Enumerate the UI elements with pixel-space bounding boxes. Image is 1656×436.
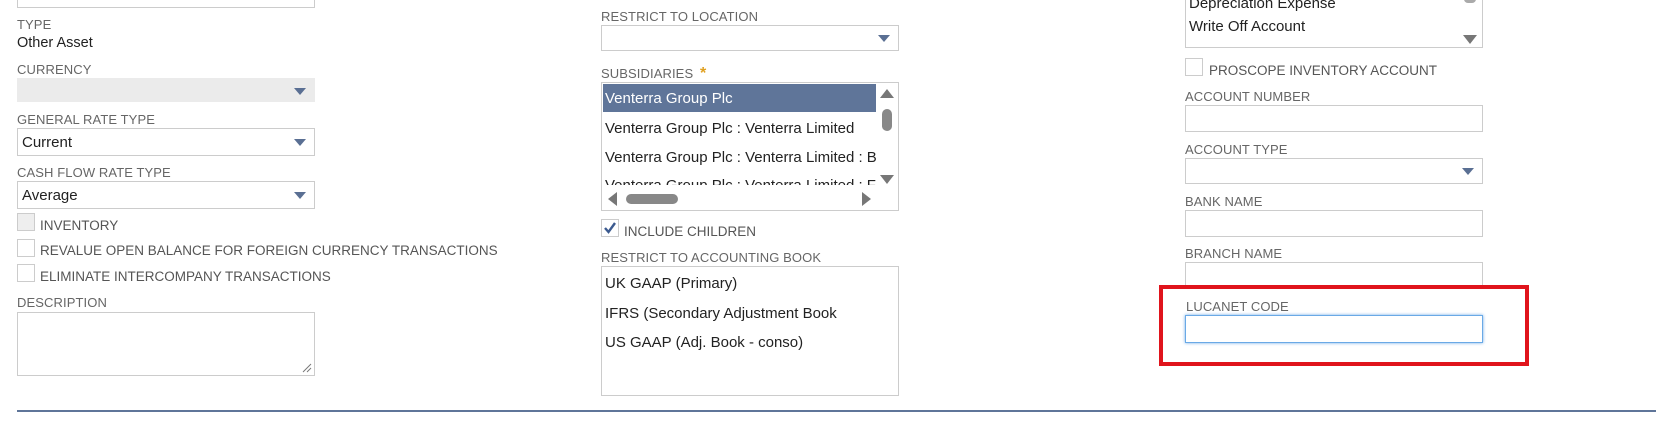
scroll-right-icon[interactable] (862, 192, 871, 206)
restrict-location-label: RESTRICT TO LOCATION (601, 9, 759, 24)
type-value: Other Asset (17, 35, 93, 51)
scrollbar-thumb[interactable] (1464, 0, 1476, 3)
account-listbox[interactable]: Depreciation Expense Write Off Account (1185, 0, 1483, 48)
general-rate-type-select[interactable]: Current (17, 128, 315, 156)
accounting-book-listbox[interactable]: UK GAAP (Primary) IFRS (Secondary Adjust… (601, 266, 899, 396)
restrict-location-select[interactable] (601, 25, 899, 51)
cash-flow-rate-type-value: Average (22, 187, 78, 204)
bank-name-label: BANK NAME (1185, 194, 1263, 209)
accounting-book-option[interactable]: IFRS (Secondary Adjustment Book (605, 305, 837, 322)
subsidiary-option-clip: Venterra Group Plc : Venterra Limited : … (602, 175, 878, 185)
account-number-input[interactable] (1185, 105, 1483, 132)
resize-handle-icon[interactable] (302, 363, 312, 373)
subsidiary-option[interactable]: Venterra Group Plc (605, 90, 733, 107)
subsidiary-option[interactable]: Venterra Group Plc : Venterra Limited : … (605, 149, 877, 166)
subsidiary-option[interactable]: Venterra Group Plc : Venterra Limited (605, 120, 854, 137)
required-marker: * (699, 65, 707, 82)
cash-flow-rate-type-label: CASH FLOW RATE TYPE (17, 165, 171, 180)
description-label: DESCRIPTION (17, 295, 107, 310)
highlight-annotation-box (1159, 285, 1529, 366)
description-textarea[interactable] (17, 312, 315, 376)
currency-label: CURRENCY (17, 62, 92, 77)
account-option[interactable]: Write Off Account (1189, 18, 1305, 35)
include-children-checkbox[interactable] (601, 219, 619, 237)
eliminate-intercompany-checkbox[interactable] (17, 264, 35, 282)
inventory-checkbox[interactable] (17, 213, 35, 231)
hscrollbar-thumb[interactable] (626, 194, 678, 204)
checkmark-icon (604, 222, 616, 234)
proscope-inventory-label: PROSCOPE INVENTORY ACCOUNT (1209, 63, 1438, 78)
scroll-down-icon[interactable] (880, 175, 894, 184)
accounting-book-option[interactable]: US GAAP (Adj. Book - conso) (605, 334, 803, 351)
general-rate-type-label: GENERAL RATE TYPE (17, 112, 155, 127)
currency-select[interactable] (17, 78, 315, 102)
accounting-book-label: RESTRICT TO ACCOUNTING BOOK (601, 250, 822, 265)
account-type-label: ACCOUNT TYPE (1185, 142, 1288, 157)
subsidiaries-listbox[interactable]: Venterra Group Plc Venterra Group Plc : … (601, 82, 899, 211)
bottom-divider (17, 410, 1656, 412)
chevron-down-icon (294, 88, 306, 95)
subsidiary-option[interactable]: Venterra Group Plc : Venterra Limited : … (605, 177, 877, 185)
revalue-open-balance-label: REVALUE OPEN BALANCE FOR FOREIGN CURRENC… (40, 243, 498, 258)
scroll-up-icon[interactable] (880, 89, 894, 98)
general-rate-type-value: Current (22, 134, 73, 151)
bank-name-input[interactable] (1185, 210, 1483, 237)
eliminate-intercompany-label: ELIMINATE INTERCOMPANY TRANSACTIONS (40, 269, 331, 284)
accounting-book-option[interactable]: UK GAAP (Primary) (605, 275, 737, 292)
chevron-down-icon (294, 192, 306, 199)
account-type-select[interactable] (1185, 158, 1483, 184)
inventory-label: INVENTORY (40, 218, 119, 233)
account-number-label: ACCOUNT NUMBER (1185, 89, 1311, 104)
chevron-down-icon (1462, 168, 1474, 175)
branch-name-label: BRANCH NAME (1185, 246, 1283, 261)
account-option[interactable]: Depreciation Expense (1189, 0, 1336, 12)
chevron-down-icon (294, 139, 306, 146)
revalue-open-balance-checkbox[interactable] (17, 239, 35, 257)
scroll-down-icon[interactable] (1463, 35, 1477, 44)
chevron-down-icon (878, 35, 890, 42)
branch-name-input[interactable] (1185, 262, 1483, 286)
horizontal-scrollbar[interactable] (602, 188, 898, 210)
type-label: TYPE (17, 17, 52, 32)
vertical-scrollbar[interactable] (876, 83, 898, 187)
subsidiaries-label: SUBSIDIARIES * (601, 65, 706, 83)
previous-field-input[interactable] (17, 0, 315, 8)
scroll-left-icon[interactable] (608, 192, 617, 206)
proscope-inventory-checkbox[interactable] (1185, 58, 1203, 76)
cash-flow-rate-type-select[interactable]: Average (17, 181, 315, 209)
include-children-label: INCLUDE CHILDREN (624, 224, 757, 239)
subsidiaries-label-text: SUBSIDIARIES (601, 66, 694, 81)
scrollbar-thumb[interactable] (882, 109, 892, 131)
